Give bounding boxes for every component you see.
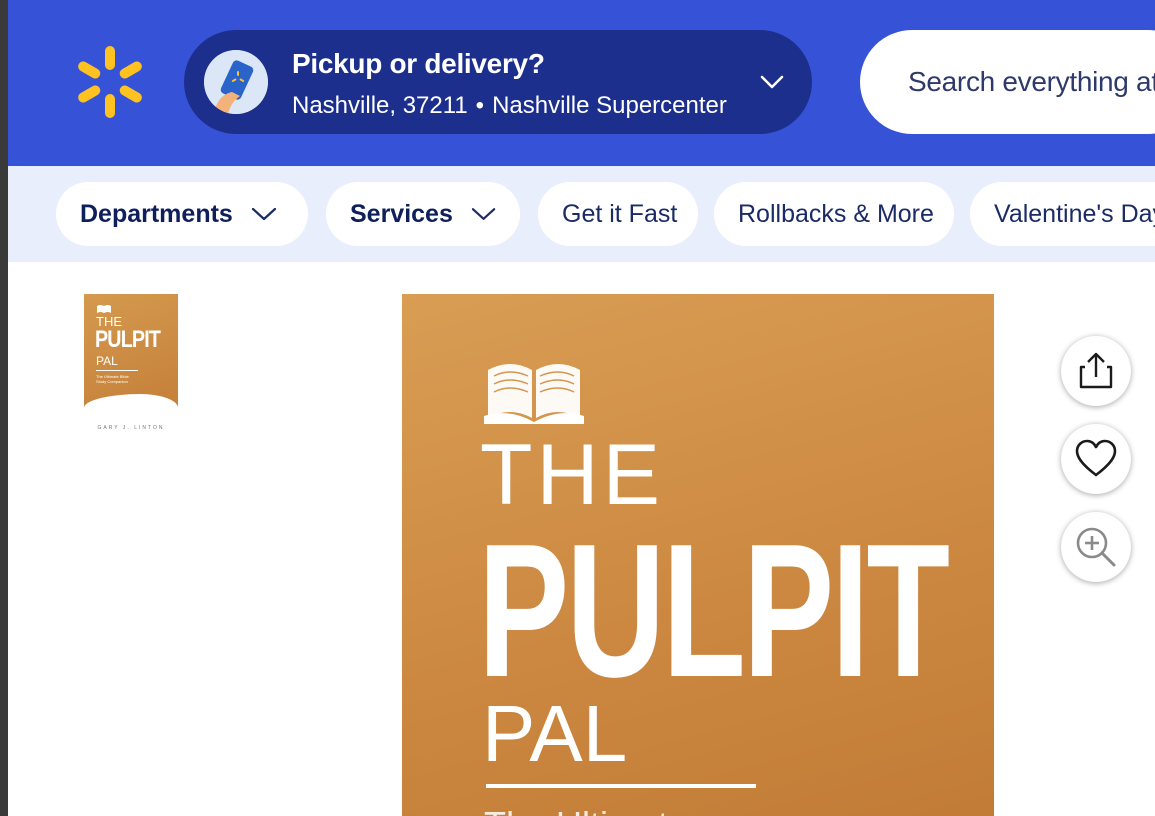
thumb-title-pulpit: PULPIT [95, 326, 161, 353]
nav-get-it-fast[interactable]: Get it Fast [538, 182, 698, 246]
thumb-subtitle: The Ultimate Bible Study Companion [96, 374, 129, 384]
site-header: Pickup or delivery? Nashville, 37211 • Nas… [8, 0, 1155, 166]
open-book-icon [484, 364, 584, 424]
walmart-spark-logo[interactable] [72, 44, 148, 120]
nav-departments[interactable]: Departments [56, 182, 308, 246]
thumb-wave-decoration [84, 394, 178, 408]
search-input[interactable]: Search everything at [860, 30, 1155, 134]
location-separator: • [475, 92, 485, 119]
nav-services[interactable]: Services [326, 182, 520, 246]
nav-rollbacks[interactable]: Rollbacks & More [714, 182, 954, 246]
phone-in-hand-icon [204, 50, 268, 114]
thumbnail-cover-image: THE PULPIT PAL The Ultimate Bible Study … [84, 294, 178, 408]
nav-valentines-day[interactable]: Valentine's Day [970, 182, 1155, 246]
cover-title-pal: PAL [482, 689, 628, 778]
open-book-icon [97, 305, 111, 313]
heart-icon [1075, 439, 1117, 477]
chevron-down-icon [251, 207, 276, 221]
product-thumbnail[interactable]: THE PULPIT PAL The Ultimate Bible Study … [84, 294, 178, 436]
nav-departments-label: Departments [80, 199, 233, 228]
zoom-in-icon [1076, 527, 1116, 567]
nav-valentines-label: Valentine's Day [994, 199, 1155, 228]
product-main-image[interactable]: THE PULPIT PAL The Ultimate [402, 294, 994, 816]
location-store: Nashville Supercenter [492, 92, 727, 119]
cover-divider [486, 784, 756, 788]
browser-viewport: Pickup or delivery? Nashville, 37211 • Nas… [8, 0, 1155, 816]
chevron-down-icon [760, 75, 784, 89]
cover-title-pulpit: PULPIT [478, 505, 950, 717]
nav-rollbacks-label: Rollbacks & More [738, 199, 934, 228]
nav-bar: Departments Services Get it Fast Rollbac… [8, 166, 1155, 262]
location-city: Nashville, 37211 [292, 92, 468, 119]
search-placeholder: Search everything at [908, 66, 1155, 97]
pickup-delivery-selector[interactable]: Pickup or delivery? Nashville, 37211 • Nas… [184, 30, 812, 134]
pickup-delivery-title: Pickup or delivery? [292, 48, 545, 79]
cover-subtitle: The Ultimate [484, 804, 688, 816]
thumb-divider [96, 370, 138, 371]
share-button[interactable] [1061, 336, 1131, 406]
chevron-down-icon [471, 208, 496, 220]
thumb-author: GARY J. LINTON [97, 425, 165, 431]
nav-services-label: Services [350, 199, 453, 228]
favorite-button[interactable] [1061, 424, 1131, 494]
zoom-button[interactable] [1061, 512, 1131, 582]
nav-get-it-fast-label: Get it Fast [562, 199, 678, 228]
share-icon [1079, 352, 1113, 389]
thumb-title-pal: PAL [96, 354, 118, 368]
store-location-text: Nashville, 37211 • Nashville Supercenter [292, 92, 727, 120]
